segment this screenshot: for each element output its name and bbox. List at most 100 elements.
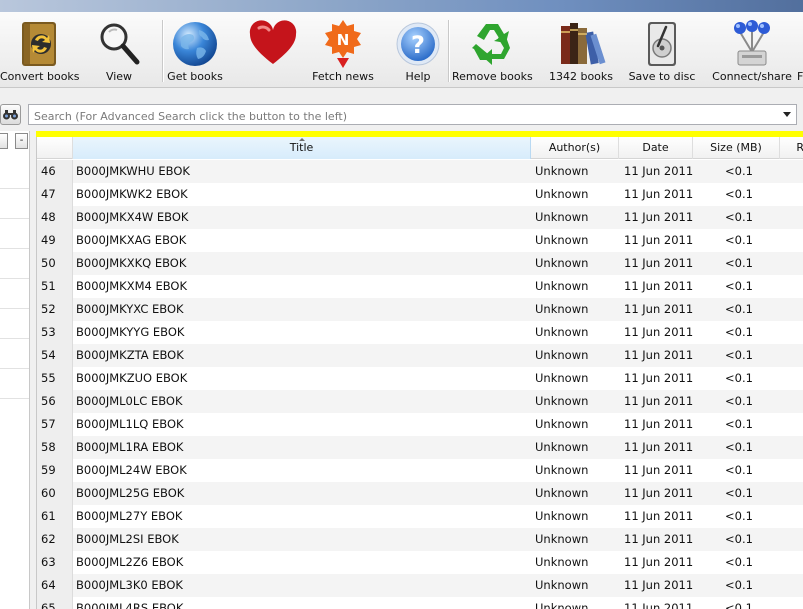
view-button[interactable]: View [94, 12, 144, 88]
convert-books-button[interactable]: Convert books [0, 12, 80, 88]
author-cell: Unknown [535, 210, 589, 224]
donate-button[interactable] [244, 12, 302, 88]
date-cell: 11 Jun 2011 [624, 187, 693, 201]
title-cell: B000JMKYXC EBOK [76, 302, 184, 316]
advanced-search-button[interactable] [0, 104, 21, 125]
date-cell: 11 Jun 2011 [624, 394, 693, 408]
more-toolbar-button[interactable]: F [797, 12, 803, 88]
library-icon [561, 23, 606, 65]
get-books-button[interactable]: Get books [166, 12, 224, 88]
row-number-cell: 53 [37, 321, 73, 344]
size-cell: <0.1 [725, 486, 753, 500]
table-row[interactable]: 49 B000JMKXAG EBOK Unknown 11 Jun 2011 <0.1 [37, 229, 803, 252]
size-cell: <0.1 [725, 440, 753, 454]
binoculars-icon [3, 110, 18, 120]
table-row[interactable]: 55 B000JMKZUO EBOK Unknown 11 Jun 2011 <0.1 [37, 367, 803, 390]
tag-browser-collapse-button[interactable]: - [15, 133, 28, 149]
author-cell: Unknown [535, 279, 589, 293]
table-row[interactable]: 62 B000JML2SI EBOK Unknown 11 Jun 2011 <0.1 [37, 528, 803, 551]
author-cell: Unknown [535, 532, 589, 546]
date-cell: 11 Jun 2011 [624, 164, 693, 178]
tag-row-divider [0, 248, 29, 249]
connect-share-button[interactable]: Connect/share [712, 12, 792, 88]
table-row[interactable]: 63 B000JML2Z6 EBOK Unknown 11 Jun 2011 <0.1 [37, 551, 803, 574]
size-column-header[interactable]: Size (MB) [693, 137, 780, 159]
save-to-disc-button[interactable]: Save to disc [628, 12, 696, 88]
library-button[interactable]: 1342 books [548, 12, 614, 88]
table-row[interactable]: 61 B000JML27Y EBOK Unknown 11 Jun 2011 <0.1 [37, 505, 803, 528]
size-cell: <0.1 [725, 601, 753, 609]
author-cell: Unknown [535, 601, 589, 609]
table-header: Title Author(s) Date Size (MB) R [37, 137, 803, 159]
title-cell: B000JMKWK2 EBOK [76, 187, 188, 201]
date-cell: 11 Jun 2011 [624, 256, 693, 270]
date-cell: 11 Jun 2011 [624, 348, 693, 362]
table-row[interactable]: 60 B000JML25G EBOK Unknown 11 Jun 2011 <0.1 [37, 482, 803, 505]
table-row[interactable]: 58 B000JML1RA EBOK Unknown 11 Jun 2011 <0.1 [37, 436, 803, 459]
date-cell: 11 Jun 2011 [624, 578, 693, 592]
size-cell: <0.1 [725, 279, 753, 293]
size-cell: <0.1 [725, 532, 753, 546]
tag-row-divider [0, 338, 29, 339]
size-cell: <0.1 [725, 463, 753, 477]
tag-row-divider [0, 188, 29, 189]
title-cell: B000JML4RS EBOK [76, 601, 184, 609]
help-button[interactable]: ? Help [392, 12, 444, 88]
title-cell: B000JMKXAG EBOK [76, 233, 187, 247]
author-cell: Unknown [535, 578, 589, 592]
date-cell: 11 Jun 2011 [624, 417, 693, 431]
search-input[interactable] [29, 107, 769, 126]
tag-browser-expand-button[interactable] [0, 133, 8, 149]
date-cell: 11 Jun 2011 [624, 555, 693, 569]
tag-row-divider [0, 368, 29, 369]
remove-books-button[interactable]: Remove books [452, 12, 533, 88]
table-row[interactable]: 46 B000JMKWHU EBOK Unknown 11 Jun 2011 <0.1 [37, 160, 803, 183]
date-cell: 11 Jun 2011 [624, 601, 693, 609]
table-row[interactable]: 52 B000JMKYXC EBOK Unknown 11 Jun 2011 <0.1 [37, 298, 803, 321]
author-cell: Unknown [535, 256, 589, 270]
date-cell: 11 Jun 2011 [624, 463, 693, 477]
news-icon: N [325, 20, 361, 68]
row-number-cell: 52 [37, 298, 73, 321]
library-count-label: 1342 books [548, 70, 614, 83]
fetch-news-button[interactable]: N Fetch news [310, 12, 376, 88]
table-row[interactable]: 51 B000JMKXM4 EBOK Unknown 11 Jun 2011 <0.1 [37, 275, 803, 298]
date-column-header[interactable]: Date [619, 137, 693, 159]
tag-row-divider [0, 278, 29, 279]
title-column-header[interactable]: Title [73, 137, 531, 159]
size-cell: <0.1 [725, 210, 753, 224]
table-row[interactable]: 54 B000JMKZTA EBOK Unknown 11 Jun 2011 <0.1 [37, 344, 803, 367]
search-history-dropdown-arrow[interactable] [783, 112, 791, 117]
table-row[interactable]: 57 B000JML1LQ EBOK Unknown 11 Jun 2011 <0.1 [37, 413, 803, 436]
table-row[interactable]: 64 B000JML3K0 EBOK Unknown 11 Jun 2011 <0.1 [37, 574, 803, 597]
title-cell: B000JML25G EBOK [76, 486, 185, 500]
search-combobox[interactable] [28, 104, 797, 126]
size-cell: <0.1 [725, 187, 753, 201]
table-row[interactable]: 56 B000JML0LC EBOK Unknown 11 Jun 2011 <0.1 [37, 390, 803, 413]
table-row[interactable]: 50 B000JMKXKQ EBOK Unknown 11 Jun 2011 <0.1 [37, 252, 803, 275]
table-row[interactable]: 48 B000JMKX4W EBOK Unknown 11 Jun 2011 <0.1 [37, 206, 803, 229]
size-cell: <0.1 [725, 325, 753, 339]
row-number-cell: 48 [37, 206, 73, 229]
globe-icon [173, 22, 217, 66]
title-cell: B000JML0LC EBOK [76, 394, 183, 408]
table-row[interactable]: 47 B000JMKWK2 EBOK Unknown 11 Jun 2011 <0.1 [37, 183, 803, 206]
size-cell: <0.1 [725, 555, 753, 569]
recycle-icon [472, 24, 510, 65]
table-row[interactable]: 53 B000JMKYYG EBOK Unknown 11 Jun 2011 <0.1 [37, 321, 803, 344]
rating-column-header[interactable]: R [780, 137, 803, 159]
row-number-cell: 59 [37, 459, 73, 482]
table-row[interactable]: 65 B000JML4RS EBOK Unknown 11 Jun 2011 <0.1 [37, 597, 803, 609]
author-cell: Unknown [535, 417, 589, 431]
author-cell: Unknown [535, 463, 589, 477]
date-cell: 11 Jun 2011 [624, 233, 693, 247]
authors-column-header[interactable]: Author(s) [531, 137, 619, 159]
table-row[interactable]: 59 B000JML24W EBOK Unknown 11 Jun 2011 <0.1 [37, 459, 803, 482]
row-number-cell: 60 [37, 482, 73, 505]
row-number-cell: 58 [37, 436, 73, 459]
date-cell: 11 Jun 2011 [624, 279, 693, 293]
row-number-cell: 57 [37, 413, 73, 436]
connect-share-label: Connect/share [712, 70, 792, 83]
remove-books-label: Remove books [452, 70, 533, 83]
row-number-cell: 56 [37, 390, 73, 413]
